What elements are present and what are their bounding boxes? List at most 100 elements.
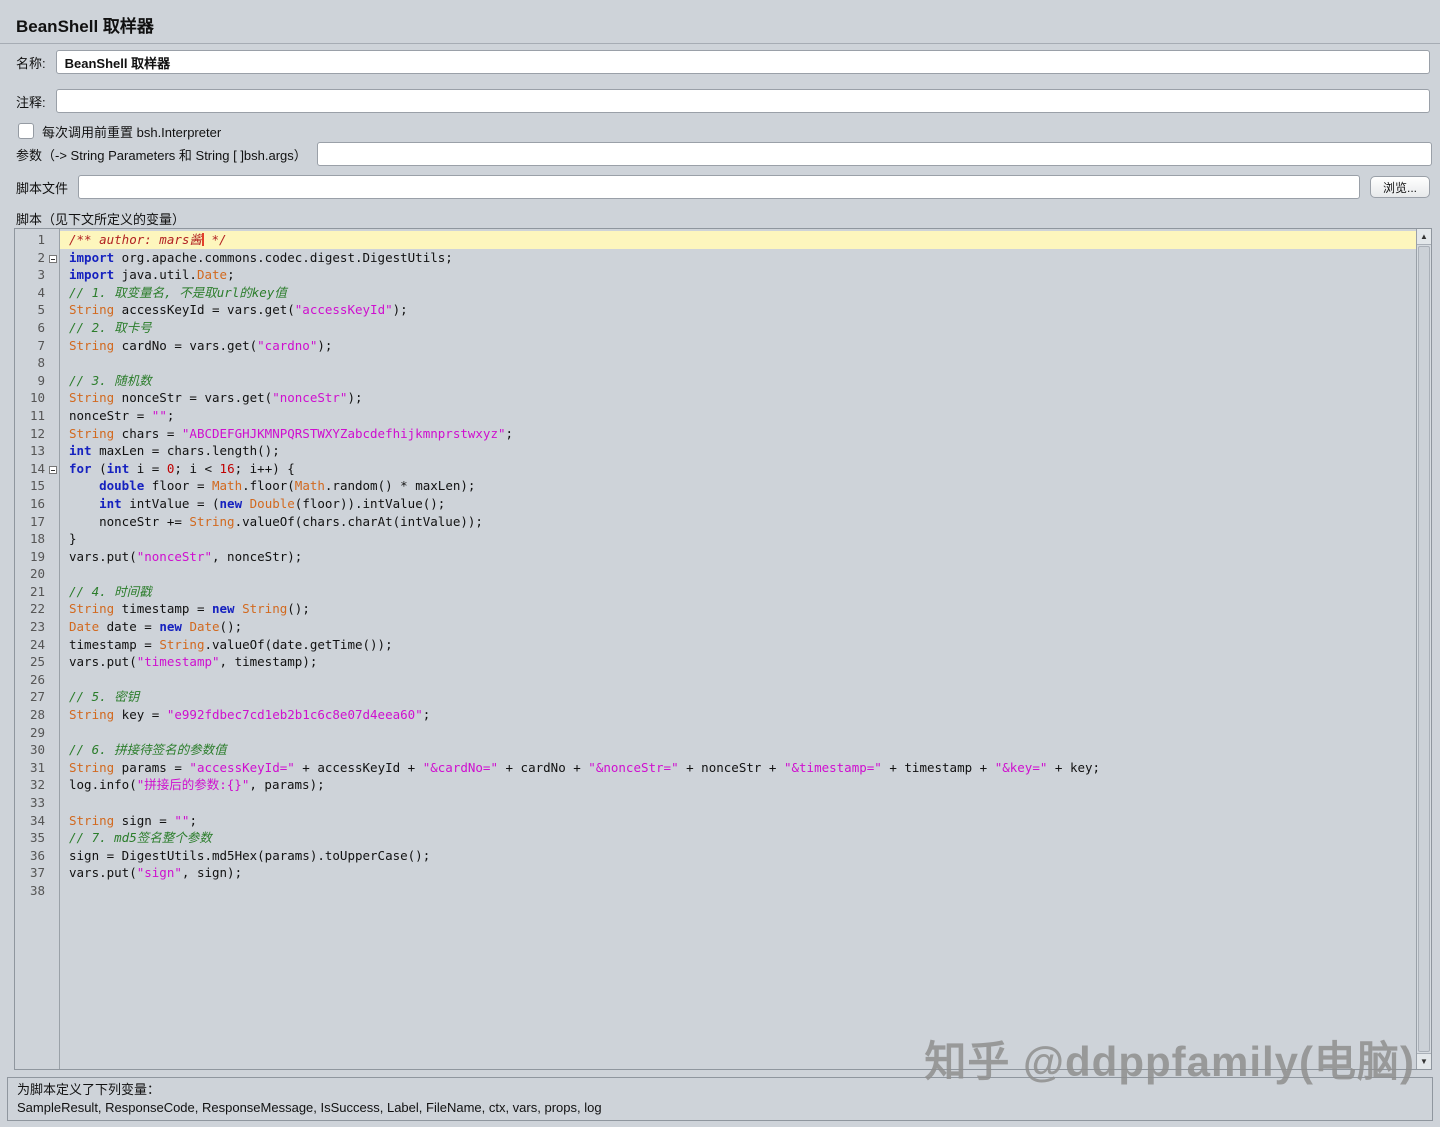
script-area-label: 脚本（见下文所定义的变量） [16, 209, 185, 228]
fold-icon[interactable] [45, 460, 60, 478]
script-file-input[interactable] [78, 175, 1360, 199]
line-number: 11 [15, 407, 45, 425]
code-line[interactable]: 4 // 1. 取变量名, 不是取url的key值 [15, 284, 1416, 302]
variables-intro: 为脚本定义了下列变量： [17, 1081, 1423, 1099]
browse-button[interactable]: 浏览... [1370, 176, 1430, 198]
fold-margin [45, 812, 60, 830]
script-file-label: 脚本文件 [16, 178, 68, 197]
name-label: 名称: [16, 53, 46, 72]
code-line[interactable]: 5String accessKeyId = vars.get("accessKe… [15, 301, 1416, 319]
code-line[interactable]: 11 nonceStr = ""; [15, 407, 1416, 425]
code-line[interactable]: 23Date date = new Date(); [15, 618, 1416, 636]
code-line[interactable]: 13int maxLen = chars.length(); [15, 442, 1416, 460]
line-number: 37 [15, 864, 45, 882]
line-number: 31 [15, 759, 45, 777]
panel-header: BeanShell 取样器 [0, 0, 1440, 44]
code-line[interactable]: 19vars.put("nonceStr", nonceStr); [15, 548, 1416, 566]
code-line[interactable]: 33 [15, 794, 1416, 812]
code-line[interactable]: 36sign = DigestUtils.md5Hex(params).toUp… [15, 847, 1416, 865]
code-line[interactable]: 37 vars.put("sign", sign); [15, 864, 1416, 882]
code-line[interactable]: 7String cardNo = vars.get("cardno"); [15, 337, 1416, 355]
fold-margin [45, 636, 60, 654]
line-number: 4 [15, 284, 45, 302]
name-input[interactable] [56, 50, 1430, 74]
code-line[interactable]: 30// 6. 拼接待签名的参数值 [15, 741, 1416, 759]
code-line[interactable]: 8 [15, 354, 1416, 372]
comment-input[interactable] [56, 89, 1430, 113]
line-number: 30 [15, 741, 45, 759]
code-text: timestamp = String.valueOf(date.getTime(… [60, 636, 1416, 654]
code-line[interactable]: 26 [15, 671, 1416, 689]
reset-interpreter-label: 每次调用前重置 bsh.Interpreter [42, 122, 221, 141]
code-line[interactable]: 1/** author: mars酱 */ [15, 231, 1416, 249]
code-line[interactable]: 27// 5. 密钥 [15, 688, 1416, 706]
fold-margin [45, 284, 60, 302]
code-text: // 1. 取变量名, 不是取url的key值 [60, 284, 1416, 302]
line-number: 35 [15, 829, 45, 847]
code-text [60, 354, 1416, 372]
reset-interpreter-row: 每次调用前重置 bsh.Interpreter [18, 119, 221, 143]
code-text [60, 882, 1416, 900]
code-text [60, 794, 1416, 812]
code-line[interactable]: 21// 4. 时间戳 [15, 583, 1416, 601]
code-line[interactable]: 14 for (int i = 0; i < 16; i++) { [15, 460, 1416, 478]
comment-row: 注释: [16, 89, 1430, 113]
code-text: String sign = ""; [60, 812, 1416, 830]
code-text: for (int i = 0; i < 16; i++) { [60, 460, 1416, 478]
code-line[interactable]: 28 String key = "e992fdbec7cd1eb2b1c6c8e0… [15, 706, 1416, 724]
code-line[interactable]: 17 nonceStr += String.valueOf(chars.char… [15, 513, 1416, 531]
fold-margin [45, 477, 60, 495]
line-number: 28 [15, 706, 45, 724]
scroll-down-button[interactable]: ▼ [1417, 1053, 1431, 1069]
fold-margin [45, 442, 60, 460]
code-text: String cardNo = vars.get("cardno"); [60, 337, 1416, 355]
code-line[interactable]: 25vars.put("timestamp", timestamp); [15, 653, 1416, 671]
line-number: 33 [15, 794, 45, 812]
scroll-up-icon: ▲ [1420, 232, 1428, 241]
line-number: 18 [15, 530, 45, 548]
line-number: 10 [15, 389, 45, 407]
fold-icon[interactable] [45, 249, 60, 267]
code-line[interactable]: 22String timestamp = new String(); [15, 600, 1416, 618]
script-file-row: 脚本文件 浏览... [16, 175, 1430, 199]
code-line[interactable]: 2import org.apache.commons.codec.digest.… [15, 249, 1416, 267]
code-line[interactable]: 20 [15, 565, 1416, 583]
code-text: import java.util.Date; [60, 266, 1416, 284]
scrollbar-thumb[interactable] [1418, 246, 1430, 1052]
code-line[interactable]: 31 String params = "accessKeyId=" + acces… [15, 759, 1416, 777]
code-text: String params = "accessKeyId=" + accessK… [60, 759, 1416, 777]
scroll-up-button[interactable]: ▲ [1417, 229, 1431, 245]
code-line[interactable]: 29 [15, 724, 1416, 742]
line-number: 14 [15, 460, 45, 478]
fold-margin [45, 530, 60, 548]
code-line[interactable]: 38 [15, 882, 1416, 900]
code-line[interactable]: 10String nonceStr = vars.get("nonceStr")… [15, 389, 1416, 407]
code-text: vars.put("sign", sign); [60, 864, 1416, 882]
vertical-scrollbar[interactable]: ▲ ▼ [1416, 229, 1431, 1069]
parameters-input[interactable] [317, 142, 1432, 166]
code-line[interactable]: 18} [15, 530, 1416, 548]
code-line[interactable]: 32log.info("拼接后的参数:{}", params); [15, 776, 1416, 794]
code-line[interactable]: 15 double floor = Math.floor(Math.random… [15, 477, 1416, 495]
code-line[interactable]: 12String chars = "ABCDEFGHJKMNPQRSTWXYZa… [15, 425, 1416, 443]
code-line[interactable]: 6// 2. 取卡号 [15, 319, 1416, 337]
code-text: import org.apache.commons.codec.digest.D… [60, 249, 1416, 267]
panel-title: BeanShell 取样器 [16, 17, 154, 36]
scroll-down-icon: ▼ [1420, 1057, 1428, 1066]
code-line[interactable]: 3import java.util.Date; [15, 266, 1416, 284]
code-text: String key = "e992fdbec7cd1eb2b1c6c8e07d… [60, 706, 1416, 724]
script-editor[interactable]: 1/** author: mars酱 */2import org.apache.… [14, 228, 1432, 1070]
code-line[interactable]: 24timestamp = String.valueOf(date.getTim… [15, 636, 1416, 654]
reset-interpreter-checkbox[interactable] [18, 123, 34, 139]
code-text: // 7. md5签名整个参数 [60, 829, 1416, 847]
code-line[interactable]: 35 // 7. md5签名整个参数 [15, 829, 1416, 847]
line-number: 36 [15, 847, 45, 865]
code-line[interactable]: 9// 3. 随机数 [15, 372, 1416, 390]
line-number: 21 [15, 583, 45, 601]
code-line[interactable]: 16 int intValue = (new Double(floor)).in… [15, 495, 1416, 513]
line-number: 1 [15, 231, 45, 249]
code-text: double floor = Math.floor(Math.random() … [60, 477, 1416, 495]
code-line[interactable]: 34String sign = ""; [15, 812, 1416, 830]
code-text: nonceStr = ""; [60, 407, 1416, 425]
code-text [60, 565, 1416, 583]
